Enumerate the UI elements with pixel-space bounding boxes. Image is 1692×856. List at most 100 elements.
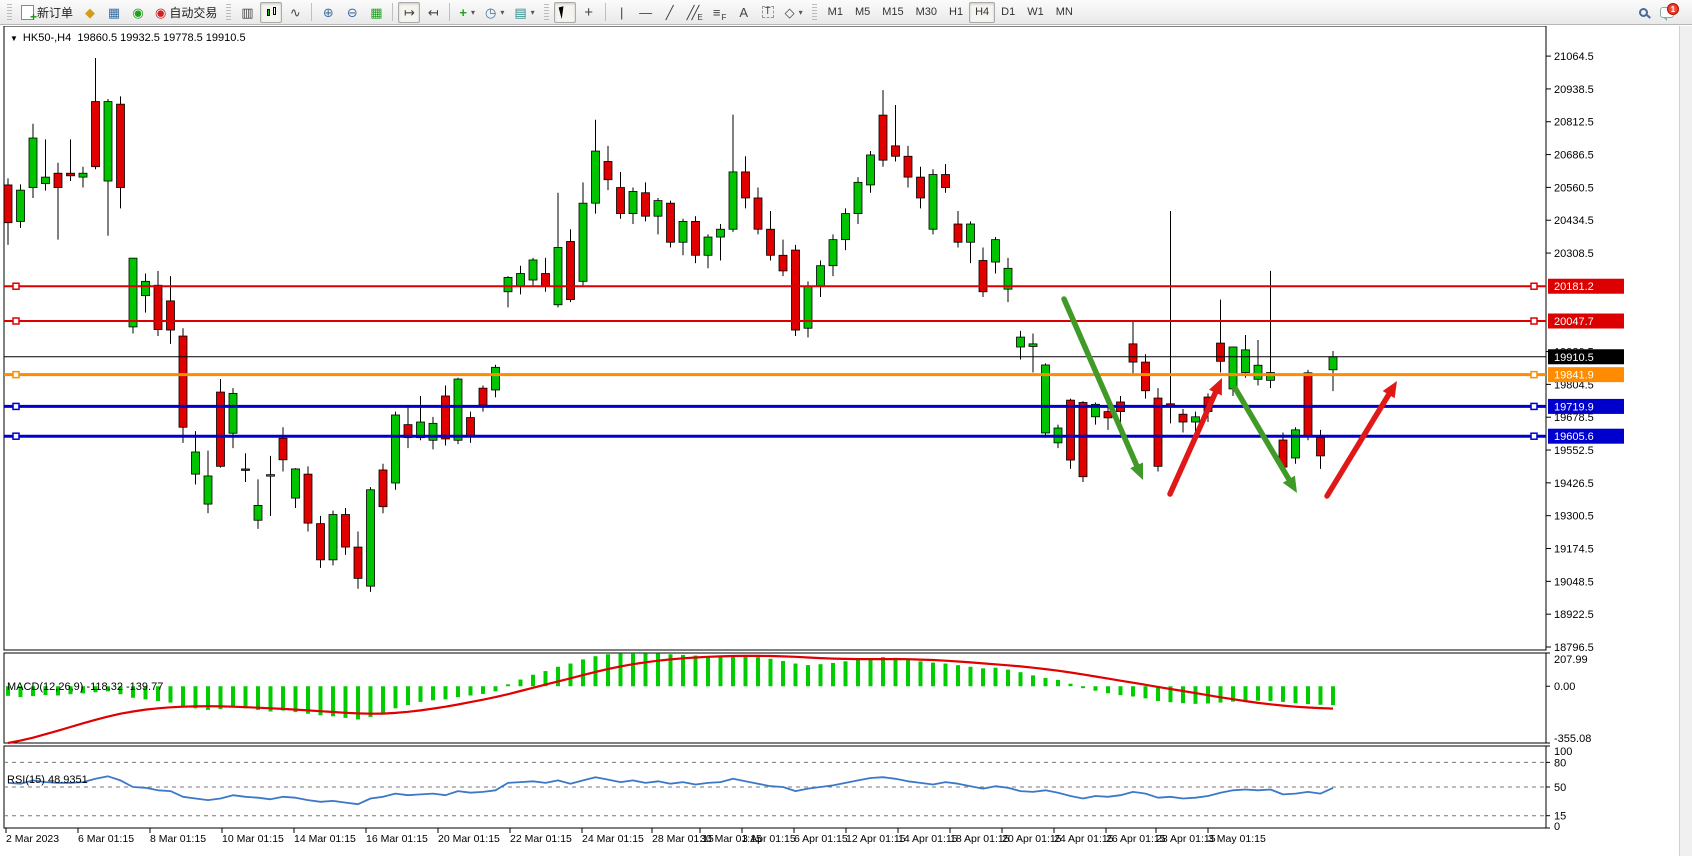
- new-order-icon: [21, 5, 34, 20]
- date-axis-label: 14 Apr 01:15: [898, 833, 958, 845]
- crosshair-button[interactable]: +: [578, 2, 600, 23]
- price-axis-tick: 20686.5: [1554, 150, 1594, 162]
- profile-button[interactable]: ▦: [103, 2, 125, 23]
- price-axis-tick: 19174.5: [1554, 544, 1594, 556]
- svg-text:19841.9: 19841.9: [1554, 370, 1594, 382]
- cursor-button[interactable]: [554, 2, 576, 23]
- bar-chart-button[interactable]: ▥: [236, 2, 258, 23]
- timeframe-button-m15[interactable]: M15: [876, 2, 909, 23]
- date-axis-label: 20 Mar 01:15: [438, 833, 500, 845]
- toolbar-separator: [311, 3, 312, 21]
- price-axis-badge: 19719.9: [1548, 399, 1624, 414]
- toolbar-separator: [449, 3, 450, 21]
- chat-button[interactable]: 1: [1656, 2, 1678, 23]
- svg-text:19910.5: 19910.5: [1554, 352, 1594, 364]
- market-watch-button[interactable]: ◆: [79, 2, 101, 23]
- macd-axis-tick: -355.08: [1554, 733, 1591, 745]
- candle: [667, 201, 675, 248]
- candle: [317, 516, 325, 568]
- zoom-out-icon: ⊖: [347, 6, 358, 19]
- price-axis-badge: 19605.6: [1548, 429, 1624, 444]
- chart-canvas[interactable]: 21064.520938.520812.520686.520560.520434…: [0, 26, 1692, 856]
- shapes-button[interactable]: ◇ ▾: [781, 2, 807, 23]
- horizontal-line-button[interactable]: —: [635, 2, 657, 23]
- channel-sub-label: E: [697, 13, 702, 22]
- trendline-button[interactable]: ╱: [659, 2, 681, 23]
- timeframe-button-h1[interactable]: H1: [943, 2, 969, 23]
- chevron-down-icon: ▾: [531, 8, 535, 17]
- bar-chart-icon: ▥: [241, 6, 253, 19]
- date-axis-label: 2 Mar 2023: [6, 833, 59, 845]
- timeframe-button-m1[interactable]: M1: [822, 2, 849, 23]
- candle: [454, 378, 462, 444]
- templates-button[interactable]: ▤ ▾: [510, 2, 538, 23]
- indicators-button[interactable]: + ▾: [455, 2, 479, 23]
- toolbar-drag-handle[interactable]: [7, 4, 12, 20]
- timeframe-button-d1[interactable]: D1: [995, 2, 1021, 23]
- templates-icon: ▤: [514, 6, 526, 19]
- rsi-axis-tick: 100: [1554, 746, 1572, 758]
- auto-trading-label: 自动交易: [169, 4, 217, 21]
- zoom-in-button[interactable]: ⊕: [317, 2, 339, 23]
- timeframe-button-m5[interactable]: M5: [849, 2, 876, 23]
- trendline-icon: ╱: [666, 6, 674, 19]
- timeframe-button-h4[interactable]: H4: [969, 2, 995, 23]
- candle: [17, 184, 25, 228]
- search-button[interactable]: [1632, 2, 1654, 23]
- timeframe-button-w1[interactable]: W1: [1021, 2, 1050, 23]
- chart-shift-button[interactable]: ↤: [422, 2, 444, 23]
- toolbar-drag-handle[interactable]: [226, 4, 231, 20]
- candle: [1067, 399, 1075, 469]
- svg-text:19719.9: 19719.9: [1554, 401, 1594, 413]
- vertical-line-button[interactable]: |: [611, 2, 633, 23]
- svg-text:20181.2: 20181.2: [1554, 281, 1594, 293]
- main-toolbar: 新订单 ◆ ▦ ◉ ◉ 自动交易 ▥ ∿ ⊕ ⊖ ▦ ↦ ↤ + ▾ ◷: [0, 0, 1692, 25]
- date-axis-label: 22 Mar 01:15: [510, 833, 572, 845]
- toolbar-drag-handle[interactable]: [544, 4, 549, 20]
- candle: [1292, 427, 1300, 463]
- line-chart-button[interactable]: ∿: [284, 2, 306, 23]
- date-axis-label: 10 Mar 01:15: [222, 833, 284, 845]
- svg-text:19605.6: 19605.6: [1554, 431, 1594, 443]
- text-icon: A: [739, 6, 748, 19]
- date-axis-label: 8 Mar 01:15: [150, 833, 206, 845]
- candlestick-chart-button[interactable]: [260, 2, 282, 23]
- auto-scroll-icon: ↦: [404, 6, 415, 19]
- fibonacci-icon: ≡: [713, 6, 721, 19]
- equidistant-channel-button[interactable]: ╱╱ E: [683, 2, 707, 23]
- price-axis-tick: 20434.5: [1554, 215, 1594, 227]
- periods-button[interactable]: ◷ ▾: [481, 2, 508, 23]
- price-axis-tick: 20560.5: [1554, 182, 1594, 194]
- collapse-triangle-icon[interactable]: ▼: [10, 34, 18, 43]
- timeframe-button-mn[interactable]: MN: [1050, 2, 1079, 23]
- tile-windows-button[interactable]: ▦: [365, 2, 387, 23]
- zoom-out-button[interactable]: ⊖: [341, 2, 363, 23]
- candle: [929, 169, 937, 234]
- fibonacci-sub-label: F: [722, 13, 727, 22]
- date-axis-label: 6 Apr 01:15: [794, 833, 848, 845]
- date-axis-label: 18 Apr 01:15: [950, 833, 1010, 845]
- auto-trading-icon: ◉: [155, 6, 166, 19]
- fibonacci-button[interactable]: ≡ F: [709, 2, 731, 23]
- text-label-button[interactable]: T: [757, 2, 779, 23]
- signals-icon: ◉: [132, 6, 143, 19]
- quotes-icon: ◆: [85, 6, 95, 19]
- text-button[interactable]: A: [733, 2, 755, 23]
- timeframe-button-m30[interactable]: M30: [910, 2, 943, 23]
- auto-trading-button[interactable]: ◉ 自动交易: [151, 2, 221, 23]
- chart-window: ▼HK50-,H4 19860.5 19932.5 19778.5 19910.…: [0, 26, 1692, 856]
- auto-scroll-button[interactable]: ↦: [398, 2, 420, 23]
- indicators-icon: +: [459, 6, 467, 19]
- macd-pane[interactable]: [4, 653, 1546, 743]
- toolbar-drag-handle[interactable]: [812, 4, 817, 20]
- window-scrollbar[interactable]: [1679, 26, 1692, 856]
- main-pane[interactable]: [4, 26, 1546, 650]
- date-axis-label: 24 Mar 01:15: [582, 833, 644, 845]
- price-axis-tick: 20812.5: [1554, 117, 1594, 129]
- new-order-button[interactable]: 新订单: [17, 2, 77, 23]
- signals-button[interactable]: ◉: [127, 2, 149, 23]
- channel-icon: ╱╱: [687, 6, 697, 19]
- price-axis-tick: 19048.5: [1554, 576, 1594, 588]
- price-axis-tick: 18922.5: [1554, 609, 1594, 621]
- chart-shift-icon: ↤: [428, 6, 439, 19]
